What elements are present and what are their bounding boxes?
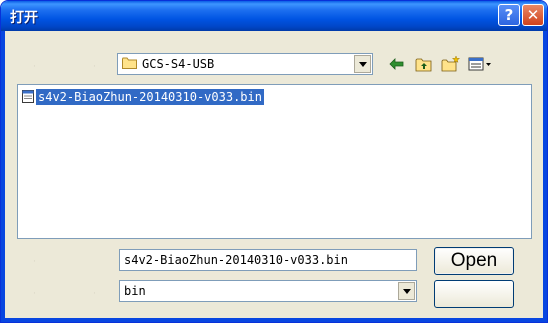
chevron-down-icon [359,62,367,67]
filetype-dropdown-button[interactable] [398,282,415,300]
bin-file-icon [22,90,34,103]
view-menu-icon [468,57,491,71]
look-in-dropdown-button[interactable] [354,55,371,73]
folder-icon [122,57,137,69]
back-arrow-icon [389,58,404,70]
filetype-dropdown[interactable]: bin [119,280,417,302]
view-menu-button[interactable] [467,55,495,73]
close-button[interactable]: ✕ [522,4,544,26]
up-folder-icon [415,58,432,72]
window-title: 打开 [10,10,38,26]
window-border-right [543,31,547,322]
window-border-bottom [1,318,547,322]
filetype-label-faint: · [33,289,36,299]
help-button[interactable]: ? [498,4,520,26]
new-folder-icon [441,55,461,72]
lookin-label-faint: · [33,62,36,72]
filename-input[interactable]: s4v2-BiaoZhun-20140310-v033.bin [119,249,417,271]
filetype-value: bin [124,284,146,298]
back-button[interactable] [387,55,407,73]
window-border-left [1,31,5,322]
new-folder-button[interactable] [441,55,461,73]
file-name: s4v2-BiaoZhun-20140310-v033.bin [36,89,264,105]
look-in-dropdown[interactable]: GCS-S4-USB [117,53,373,75]
up-folder-button[interactable] [414,55,434,73]
look-in-value: GCS-S4-USB [142,57,215,71]
open-button[interactable]: Open [434,247,514,275]
close-icon: ✕ [526,6,540,24]
help-icon: ? [504,6,514,24]
chevron-down-icon [403,289,411,294]
cancel-button[interactable] [434,280,514,308]
lookin-label-faint-2: · [93,62,96,72]
filetype-label-faint-2: · [93,289,96,299]
filename-label-faint: · [33,257,36,267]
open-file-dialog: 打开 ? ✕ · · GCS-S4-USB s4v2-BiaoZhun-2014… [0,0,548,323]
file-list[interactable]: s4v2-BiaoZhun-20140310-v033.bin [17,84,532,239]
title-bar[interactable]: 打开 ? ✕ [1,1,547,31]
